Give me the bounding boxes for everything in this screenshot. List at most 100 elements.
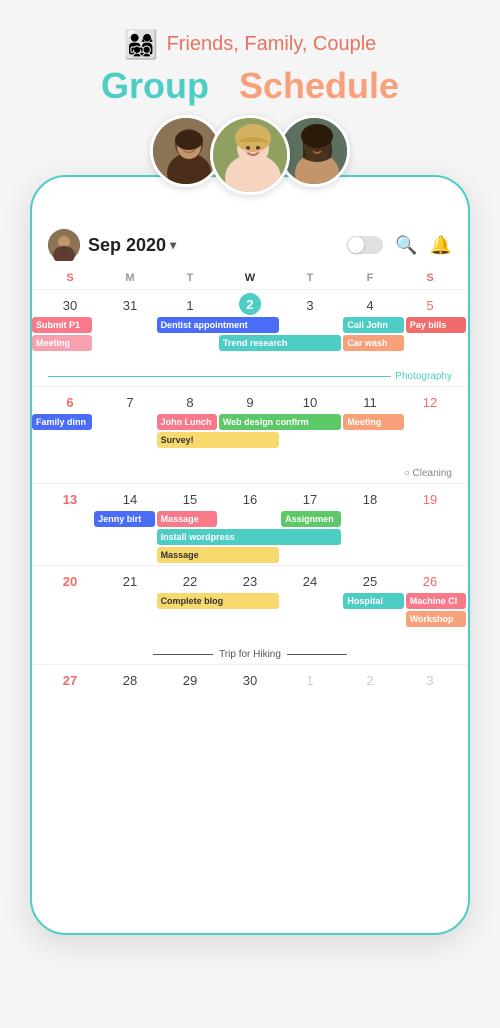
day-4[interactable]: 4 — [340, 293, 400, 317]
day-10[interactable]: 10 — [280, 390, 340, 414]
app-main-title: Group Schedule — [101, 65, 399, 107]
event-assignmen[interactable]: Assignmen — [281, 511, 341, 527]
day-30[interactable]: 30 — [220, 668, 280, 692]
week-row-5: 27 28 29 30 1 2 3 — [32, 664, 468, 716]
event-car-wash[interactable]: Car wash — [343, 335, 403, 351]
toggle-knob — [348, 237, 364, 253]
day-15[interactable]: 15 — [160, 487, 220, 511]
event-workshop[interactable]: Workshop — [406, 611, 466, 627]
weekday-thu: T — [280, 269, 340, 287]
avatar-2 — [210, 115, 290, 195]
day-25[interactable]: 25 — [340, 569, 400, 593]
day-21[interactable]: 21 — [100, 569, 160, 593]
event-dentist[interactable]: Dentist appointment — [157, 317, 280, 333]
event-family-dinn[interactable]: Family dinn — [32, 414, 92, 430]
photography-label: Photography — [395, 371, 452, 382]
view-toggle[interactable] — [347, 236, 383, 254]
hiking-line: Trip for Hiking — [32, 645, 468, 664]
event-hospital[interactable]: Hospital — [343, 593, 403, 609]
event-pay-bills[interactable]: Pay bills — [406, 317, 466, 333]
week5-events — [32, 692, 468, 716]
weekday-mon: M — [100, 269, 160, 287]
event-call-john[interactable]: Call John — [343, 317, 403, 333]
day-16[interactable]: 16 — [220, 487, 280, 511]
day-22[interactable]: 22 — [160, 569, 220, 593]
user-avatar[interactable] — [48, 229, 80, 261]
day-12[interactable]: 12 — [400, 390, 460, 414]
day-3[interactable]: 3 — [280, 293, 340, 317]
event-trend-research[interactable]: Trend research — [219, 335, 342, 351]
weekday-wed: W — [220, 269, 280, 287]
schedule-word: Schedule — [239, 65, 399, 106]
day-27[interactable]: 27 — [40, 668, 100, 692]
week2-numbers: 6 7 8 9 10 11 12 — [32, 387, 468, 414]
day-19[interactable]: 19 — [400, 487, 460, 511]
event-machine-cl[interactable]: Machine Cl — [406, 593, 466, 609]
day-18[interactable]: 18 — [340, 487, 400, 511]
event-meeting-w2[interactable]: Meeting — [343, 414, 403, 430]
week1-numbers: 30 31 1 2 3 4 5 — [32, 290, 468, 317]
event-massage-w3[interactable]: Massage — [157, 511, 217, 527]
avatars-row — [156, 115, 344, 195]
search-icon[interactable]: 🔍 — [395, 235, 417, 256]
photography-line: Photography — [40, 369, 460, 384]
event-massage2-w3[interactable]: Massage — [157, 547, 280, 563]
day-5[interactable]: 5 — [400, 293, 460, 317]
weekdays-header: S M T W T F S — [32, 269, 468, 287]
day-3-next[interactable]: 3 — [400, 668, 460, 692]
day-30-prev[interactable]: 30 — [40, 293, 100, 317]
cal-header: Sep 2020 ▾ 🔍 🔔 — [32, 221, 468, 269]
day-2-today[interactable]: 2 — [239, 293, 261, 315]
event-jenny-birt[interactable]: Jenny birt — [94, 511, 154, 527]
cleaning-label: ○ Cleaning — [404, 468, 456, 479]
week-row-3: 13 14 15 16 17 18 19 Jenny birt Massage … — [32, 483, 468, 565]
day-8[interactable]: 8 — [160, 390, 220, 414]
group-word: Group — [101, 65, 209, 106]
month-title[interactable]: Sep 2020 ▾ — [88, 235, 339, 256]
event-install-wp[interactable]: Install wordpress — [157, 529, 342, 545]
top-section: 👨‍👩‍👧‍👦 Friends, Family, Couple Group Sc… — [0, 0, 500, 175]
weekday-fri: F — [340, 269, 400, 287]
week2-events: Family dinn John Lunch Web design confir… — [32, 414, 468, 466]
week-row-2: 6 7 8 9 10 11 12 Family dinn John Lunch … — [32, 386, 468, 466]
day-1[interactable]: 1 — [160, 293, 220, 317]
day-17[interactable]: 17 — [280, 487, 340, 511]
weekday-tue: T — [160, 269, 220, 287]
week5-numbers: 27 28 29 30 1 2 3 — [32, 665, 468, 692]
day-1-next[interactable]: 1 — [280, 668, 340, 692]
day-28[interactable]: 28 — [100, 668, 160, 692]
cleaning-row: ○ Cleaning — [32, 466, 468, 483]
event-web-design[interactable]: Web design confirm — [219, 414, 342, 430]
header-icons: 🔍 🔔 — [347, 235, 452, 256]
day-26[interactable]: 26 — [400, 569, 460, 593]
event-survey[interactable]: Survey! — [157, 432, 280, 448]
day-6[interactable]: 6 — [40, 390, 100, 414]
day-24[interactable]: 24 — [280, 569, 340, 593]
family-emoji: 👨‍👩‍👧‍👦 — [124, 28, 159, 61]
week3-events: Jenny birt Massage Assignmen Install wor… — [32, 511, 468, 565]
day-11[interactable]: 11 — [340, 390, 400, 414]
hiking-bar-right — [287, 654, 347, 656]
week-row-1: 30 31 1 2 3 4 5 Submit P1 Meeting Dentis… — [32, 289, 468, 369]
app-subtitle: Friends, Family, Couple — [167, 33, 377, 56]
bell-icon[interactable]: 🔔 — [430, 235, 452, 256]
day-23[interactable]: 23 — [220, 569, 280, 593]
day-31-prev[interactable]: 31 — [100, 293, 160, 317]
event-submit-p1[interactable]: Submit P1 — [32, 317, 92, 333]
event-complete-blog[interactable]: Complete blog — [157, 593, 280, 609]
weekday-sun: S — [40, 269, 100, 287]
day-2-next[interactable]: 2 — [340, 668, 400, 692]
day-20[interactable]: 20 — [40, 569, 100, 593]
day-29[interactable]: 29 — [160, 668, 220, 692]
day-7[interactable]: 7 — [100, 390, 160, 414]
day-13[interactable]: 13 — [40, 487, 100, 511]
hiking-bar-left — [153, 654, 213, 656]
app-title-row: 👨‍👩‍👧‍👦 Friends, Family, Couple — [124, 28, 377, 61]
event-john-lunch[interactable]: John Lunch — [157, 414, 217, 430]
day-14[interactable]: 14 — [100, 487, 160, 511]
weekday-sat: S — [400, 269, 460, 287]
week3-numbers: 13 14 15 16 17 18 19 — [32, 484, 468, 511]
event-meeting-w1[interactable]: Meeting — [32, 335, 92, 351]
hiking-label: Trip for Hiking — [219, 649, 281, 660]
day-9[interactable]: 9 — [220, 390, 280, 414]
